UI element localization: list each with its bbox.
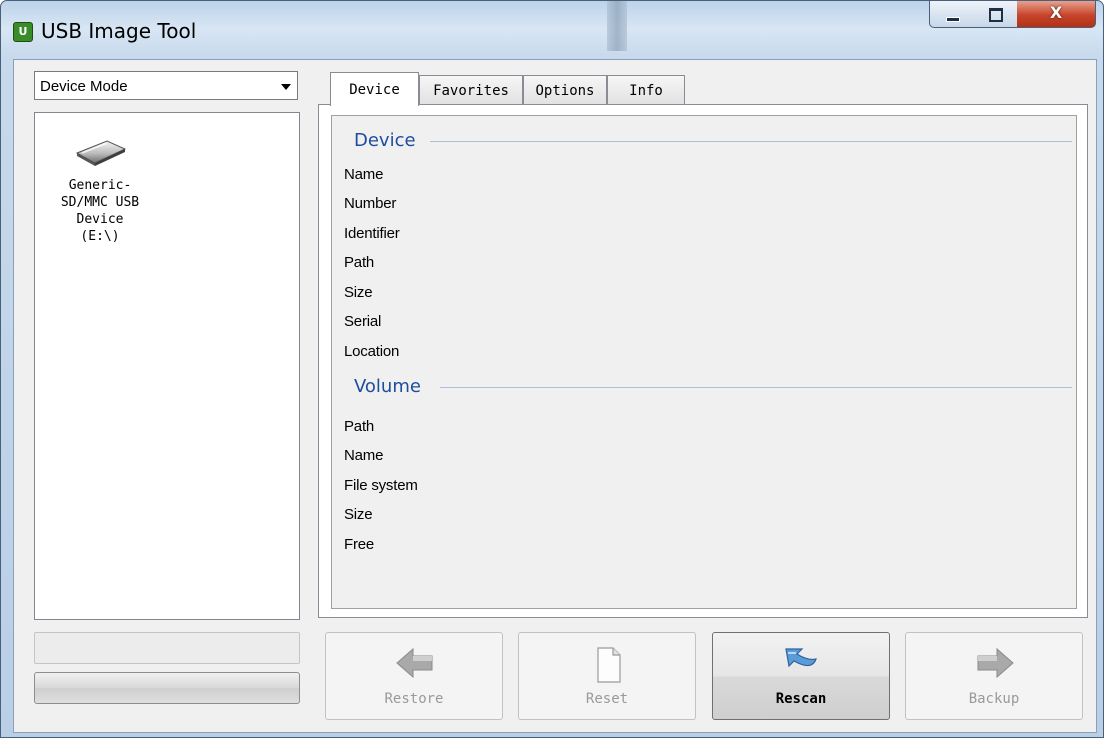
close-button[interactable]: X bbox=[1017, 1, 1096, 28]
reset-button[interactable]: Reset bbox=[518, 632, 696, 720]
device-list[interactable]: Generic- SD/MMC USB Device (E:\) bbox=[34, 112, 300, 620]
close-icon: X bbox=[1049, 3, 1063, 22]
device-group-title: Device bbox=[354, 130, 416, 151]
rescan-label: Rescan bbox=[775, 691, 827, 707]
status-field bbox=[34, 632, 300, 664]
progress-bar bbox=[34, 672, 300, 704]
arrow-right-icon bbox=[977, 647, 1014, 679]
reset-label: Reset bbox=[585, 691, 629, 707]
volume-free-label: Free bbox=[344, 536, 375, 553]
arrow-left-icon bbox=[396, 647, 433, 679]
app-icon[interactable]: U bbox=[13, 22, 33, 42]
backup-label: Backup bbox=[968, 691, 1020, 707]
rescan-button[interactable]: Rescan bbox=[712, 632, 890, 720]
volume-path-label: Path bbox=[344, 418, 375, 435]
tab-favorites[interactable]: Favorites bbox=[419, 75, 523, 105]
device-tab-panel: Device Name Number Identifier Path Size … bbox=[318, 104, 1088, 618]
device-path-label: Path bbox=[344, 254, 375, 271]
tab-device[interactable]: Device bbox=[330, 72, 419, 106]
device-identifier-label: Identifier bbox=[344, 225, 400, 242]
app-window: U USB Image Tool X Device Mode Generic- … bbox=[0, 0, 1104, 738]
volume-size-label: Size bbox=[344, 506, 373, 523]
device-info-panel: Device Name Number Identifier Path Size … bbox=[331, 115, 1077, 609]
maximize-button[interactable] bbox=[973, 1, 1018, 28]
mode-dropdown[interactable]: Device Mode bbox=[34, 71, 298, 100]
device-label: Generic- SD/MMC USB Device (E:\) bbox=[60, 178, 140, 244]
minimize-icon bbox=[946, 17, 960, 22]
client-area: Device Mode Generic- SD/MMC USB Device (… bbox=[13, 59, 1097, 733]
backup-button[interactable]: Backup bbox=[905, 632, 1083, 720]
chevron-down-icon[interactable] bbox=[281, 84, 291, 90]
device-name-label: Name bbox=[344, 166, 384, 183]
device-location-label: Location bbox=[344, 343, 400, 360]
rescan-arrow-icon bbox=[785, 648, 817, 668]
tab-options[interactable]: Options bbox=[523, 75, 607, 105]
device-group-divider bbox=[430, 141, 1072, 142]
minimize-button[interactable] bbox=[929, 1, 975, 28]
titlebar-decoration bbox=[607, 1, 627, 51]
maximize-icon bbox=[989, 8, 1003, 22]
window-title: USB Image Tool bbox=[41, 19, 197, 43]
volume-group-title: Volume bbox=[354, 376, 421, 397]
tab-info[interactable]: Info bbox=[607, 75, 685, 105]
mode-dropdown-value: Device Mode bbox=[40, 78, 128, 95]
device-serial-label: Serial bbox=[344, 313, 382, 330]
document-icon bbox=[597, 647, 621, 683]
title-bar[interactable]: U USB Image Tool X bbox=[1, 1, 1103, 55]
volume-group-divider bbox=[440, 387, 1072, 388]
restore-label: Restore bbox=[384, 691, 444, 707]
usb-drive-icon bbox=[75, 140, 127, 166]
device-number-label: Number bbox=[344, 195, 397, 212]
volume-name-label: Name bbox=[344, 447, 384, 464]
device-item[interactable]: Generic- SD/MMC USB Device (E:\) bbox=[57, 137, 143, 245]
restore-button[interactable]: Restore bbox=[325, 632, 503, 720]
volume-filesystem-label: File system bbox=[344, 477, 418, 494]
device-size-label: Size bbox=[344, 284, 373, 301]
